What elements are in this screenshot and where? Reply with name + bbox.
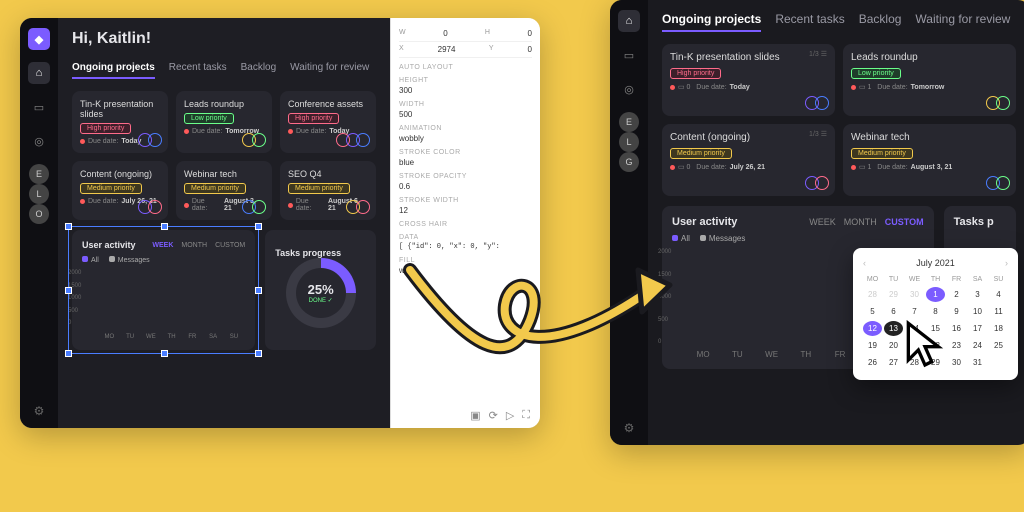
project-card[interactable]: Webinar techMedium priority Due date: Au…	[176, 161, 272, 220]
project-card[interactable]: Content (ongoing)Medium priority Due dat…	[72, 161, 168, 220]
project-card[interactable]: Tin-K presentation slidesHigh priority D…	[72, 91, 168, 153]
settings-icon[interactable]: ⚙	[34, 404, 45, 418]
calendar-day[interactable]: 10	[968, 304, 987, 319]
calendar-day[interactable]: 27	[884, 355, 903, 370]
inspector-panel: W0H0 X2974Y0 AUTO LAYOUT HEIGHT300 WIDTH…	[390, 18, 540, 428]
editor-window: ◆ ⌂ ▭ ◎ ELO ⚙ Hi, Kaitlin! Ongoing proje…	[20, 18, 540, 428]
cursor-icon	[905, 320, 945, 370]
chat-icon[interactable]: ▭	[618, 44, 640, 66]
project-card[interactable]: SEO Q4Medium priority Due date: August 6…	[280, 161, 376, 220]
tab[interactable]: Ongoing projects	[72, 62, 155, 79]
calendar-day[interactable]: 1	[926, 287, 945, 302]
user-activity-chart: User activity WEEKMONTHCUSTOM AllMessage…	[72, 230, 255, 350]
avatar[interactable]: E	[29, 164, 49, 184]
device-icon: ▣	[470, 409, 480, 422]
logo-icon[interactable]: ◆	[28, 28, 50, 50]
calendar-day[interactable]: 30	[947, 355, 966, 370]
project-cards: Tin-K presentation slidesHigh priority D…	[72, 91, 376, 220]
calendar-day[interactable]: 6	[884, 304, 903, 319]
avatar[interactable]: E	[619, 112, 639, 132]
tab[interactable]: Backlog	[241, 62, 277, 79]
calendar-day[interactable]: 17	[968, 321, 987, 336]
calendar-day[interactable]: 25	[989, 338, 1008, 353]
next-month-icon[interactable]: ›	[1005, 258, 1008, 268]
calendar-day[interactable]: 23	[947, 338, 966, 353]
calendar-day[interactable]: 8	[926, 304, 945, 319]
calendar-day[interactable]: 4	[989, 287, 1008, 302]
avatar[interactable]: L	[29, 184, 49, 204]
calendar-day[interactable]: 3	[968, 287, 987, 302]
chat-icon[interactable]: ▭	[28, 96, 50, 118]
project-card[interactable]: Conference assetsHigh priority Due date:…	[280, 91, 376, 153]
range-segment[interactable]: WEEKMONTHCUSTOM	[809, 217, 923, 227]
calendar-day[interactable]: 2	[947, 287, 966, 302]
editor-footer[interactable]: ▣ ⟳ ▷ ⛶	[470, 409, 530, 422]
project-card[interactable]: 1/3 ☰Content (ongoing)Medium priority ▭ …	[662, 124, 835, 196]
project-card[interactable]: Leads roundupLow priority ▭ 1 Due date: …	[843, 44, 1016, 116]
calendar-day[interactable]: 20	[884, 338, 903, 353]
prev-month-icon[interactable]: ‹	[863, 258, 866, 268]
tab[interactable]: Waiting for review	[915, 12, 1010, 32]
avatar[interactable]: L	[619, 132, 639, 152]
calendar-day[interactable]: 9	[947, 304, 966, 319]
sidebar: ⌂ ▭ ◎ ELG ⚙	[610, 0, 648, 445]
tab-bar: Ongoing projects Recent tasks Backlog Waiti…	[72, 62, 376, 79]
home-icon[interactable]: ⌂	[618, 10, 640, 32]
tab-bar: Ongoing projects Recent tasks Backlog Waiti…	[662, 12, 1016, 32]
calendar-day[interactable]: 31	[968, 355, 987, 370]
calendar-day[interactable]: 24	[968, 338, 987, 353]
calendar-day[interactable]: 7	[905, 304, 924, 319]
project-card[interactable]: 1/3 ☰Tin-K presentation slidesHigh prior…	[662, 44, 835, 116]
tab[interactable]: Backlog	[859, 12, 902, 32]
project-cards: 1/3 ☰Tin-K presentation slidesHigh prior…	[662, 44, 1016, 196]
calendar-day[interactable]: 12	[863, 321, 882, 336]
calendar-day[interactable]: 11	[989, 304, 1008, 319]
settings-icon[interactable]: ⚙	[624, 421, 635, 435]
tab[interactable]: Waiting for review	[290, 62, 369, 79]
calendar-day[interactable]: 26	[863, 355, 882, 370]
calendar-day[interactable]: 16	[947, 321, 966, 336]
month-label: July 2021	[916, 258, 955, 268]
tab[interactable]: Ongoing projects	[662, 12, 761, 32]
target-icon[interactable]: ◎	[618, 78, 640, 100]
donut-chart: 25% DONE ✓	[286, 258, 356, 328]
dashboard-preview: ◆ ⌂ ▭ ◎ ELO ⚙ Hi, Kaitlin! Ongoing proje…	[20, 18, 390, 428]
sidebar: ◆ ⌂ ▭ ◎ ELO ⚙	[20, 18, 58, 428]
live-dashboard: ⌂ ▭ ◎ ELG ⚙ Ongoing projects Recent tasks…	[610, 0, 1024, 445]
range-segment[interactable]: WEEKMONTHCUSTOM	[152, 242, 245, 249]
avatar[interactable]: G	[619, 152, 639, 172]
expand-icon: ⛶	[522, 409, 530, 422]
refresh-icon: ⟳	[489, 409, 498, 422]
project-card[interactable]: Webinar techMedium priority ▭ 1 Due date…	[843, 124, 1016, 196]
tasks-progress: Tasks progress 25% DONE ✓	[265, 230, 376, 350]
avatar[interactable]: O	[29, 204, 49, 224]
target-icon[interactable]: ◎	[28, 130, 50, 152]
tab[interactable]: Recent tasks	[169, 62, 227, 79]
project-card[interactable]: Leads roundupLow priority Due date: Tomo…	[176, 91, 272, 153]
calendar-day[interactable]: 5	[863, 304, 882, 319]
calendar-day[interactable]: 19	[863, 338, 882, 353]
calendar-day[interactable]: 13	[884, 321, 903, 336]
play-icon: ▷	[506, 409, 514, 422]
tab[interactable]: Recent tasks	[775, 12, 844, 32]
greeting: Hi, Kaitlin!	[72, 30, 376, 48]
calendar-day[interactable]: 18	[989, 321, 1008, 336]
home-icon[interactable]: ⌂	[28, 62, 50, 84]
